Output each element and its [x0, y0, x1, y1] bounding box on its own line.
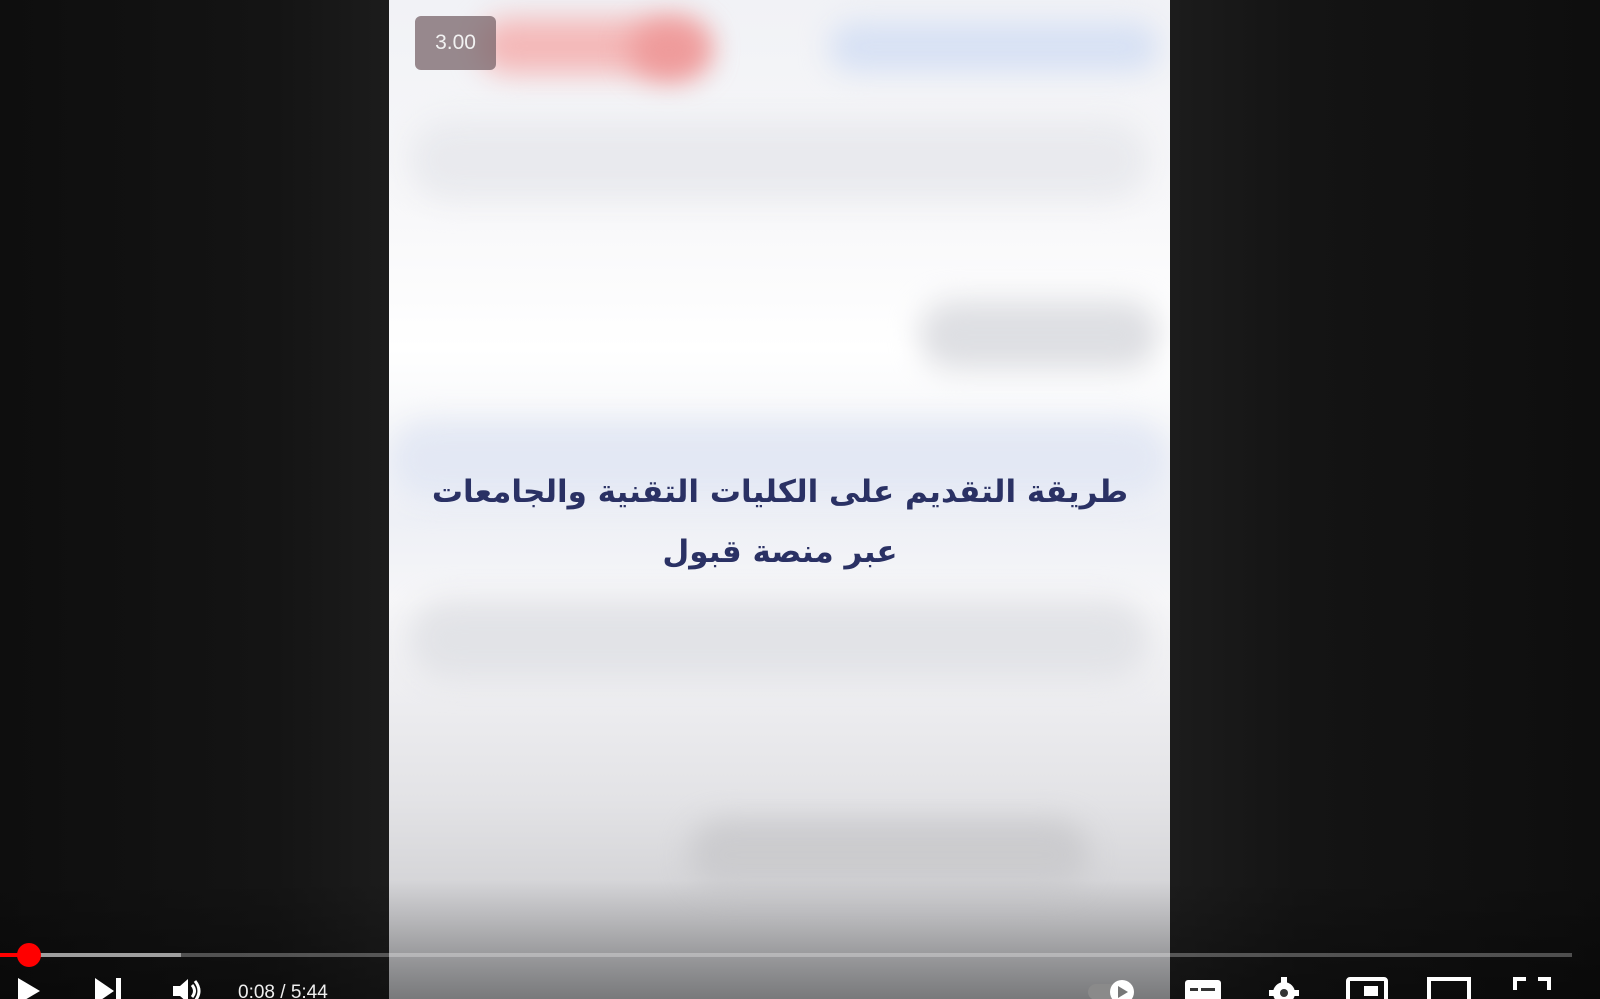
caption-line-2: عبر منصة قبول	[662, 534, 898, 570]
playback-speed-badge: 3.00	[415, 16, 496, 70]
subtitles-icon[interactable]	[1183, 976, 1223, 999]
progress-bar[interactable]	[0, 953, 1572, 957]
settings-icon[interactable]	[1266, 976, 1302, 999]
time-display: 0:08 / 5:44	[238, 982, 328, 999]
blurred-background-shape	[629, 20, 709, 80]
video-player[interactable]: 3.00 طريقة التقديم على الكليات التقنية و…	[0, 0, 1600, 999]
letterbox-left	[0, 0, 390, 999]
blurred-background-shape	[409, 600, 1149, 680]
blurred-background-shape	[409, 120, 1149, 200]
miniplayer-icon[interactable]	[1346, 976, 1388, 999]
play-icon[interactable]	[14, 976, 44, 999]
caption-line-1: طريقة التقديم على الكليات التقنية والجام…	[431, 474, 1129, 510]
theater-icon[interactable]	[1427, 976, 1471, 999]
progress-scrubber-handle[interactable]	[17, 943, 41, 967]
letterbox-right	[1170, 0, 1600, 999]
blurred-background-shape	[829, 22, 1159, 72]
time-current: 0:08	[238, 982, 275, 999]
time-separator: /	[274, 982, 291, 999]
blurred-background-shape	[919, 300, 1159, 370]
next-icon[interactable]	[92, 976, 124, 999]
autoplay-toggle[interactable]	[1086, 976, 1146, 999]
fullscreen-icon[interactable]	[1512, 976, 1552, 999]
time-total: 5:44	[290, 982, 328, 999]
video-caption-title: طريقة التقديم على الكليات التقنية والجام…	[430, 462, 1130, 582]
volume-icon[interactable]	[170, 976, 206, 999]
